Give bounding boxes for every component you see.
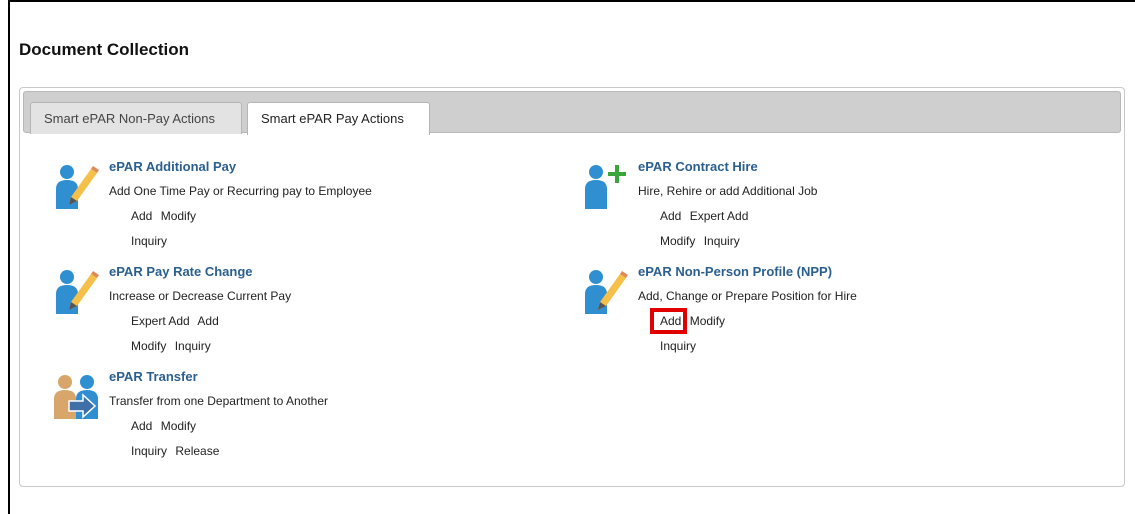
release-link[interactable]: Release (175, 444, 219, 458)
modify-link[interactable]: Modify (131, 339, 166, 353)
item-description: Add, Change or Prepare Position for Hire (638, 289, 857, 303)
document-collection-panel: Smart ePAR Non-Pay Actions Smart ePAR Pa… (19, 87, 1125, 487)
item-non-person-profile: ePAR Non-Person Profile (NPP) Add, Chang… (582, 264, 1002, 364)
expert-add-link[interactable]: Expert Add (131, 314, 190, 328)
person-pencil-icon (585, 270, 628, 314)
inquiry-link[interactable]: Inquiry (131, 444, 167, 458)
links-row: Add Expert Add (660, 209, 753, 223)
add-link[interactable]: Add (197, 314, 218, 328)
modify-link[interactable]: Modify (690, 314, 725, 328)
links-row: Expert Add Add (131, 314, 224, 328)
links-row: Inquiry (660, 339, 701, 353)
add-link[interactable]: Add (131, 209, 152, 223)
people-transfer-icon (54, 375, 98, 419)
modify-link[interactable]: Modify (161, 419, 196, 433)
links-row: Modify Inquiry (660, 234, 745, 248)
item-title[interactable]: ePAR Transfer (109, 369, 198, 384)
item-title[interactable]: ePAR Contract Hire (638, 159, 758, 174)
item-title[interactable]: ePAR Pay Rate Change (109, 264, 253, 279)
links-row: Inquiry (131, 234, 172, 248)
inquiry-link[interactable]: Inquiry (131, 234, 167, 248)
links-row: Modify Inquiry (131, 339, 216, 353)
links-row: Inquiry Release (131, 444, 224, 458)
person-pencil-icon (56, 165, 99, 209)
inquiry-link[interactable]: Inquiry (660, 339, 696, 353)
links-row: Add Modify (131, 209, 201, 223)
person-pencil-icon (56, 270, 99, 314)
add-link[interactable]: Add (660, 209, 681, 223)
tab-pay-actions[interactable]: Smart ePAR Pay Actions (247, 102, 430, 135)
inquiry-link[interactable]: Inquiry (175, 339, 211, 353)
expert-add-link[interactable]: Expert Add (690, 209, 749, 223)
modify-link[interactable]: Modify (660, 234, 695, 248)
person-plus-icon (585, 165, 626, 209)
add-link[interactable]: Add (131, 419, 152, 433)
tab-bar: Smart ePAR Non-Pay Actions Smart ePAR Pa… (23, 91, 1121, 135)
item-title[interactable]: ePAR Additional Pay (109, 159, 236, 174)
page-title: Document Collection (19, 40, 190, 59)
item-description: Transfer from one Department to Another (109, 394, 328, 408)
inquiry-link[interactable]: Inquiry (704, 234, 740, 248)
item-additional-pay: ePAR Additional Pay Add One Time Pay or … (53, 159, 473, 259)
item-title[interactable]: ePAR Non-Person Profile (NPP) (638, 264, 832, 279)
item-pay-rate-change: ePAR Pay Rate Change Increase or Decreas… (53, 264, 473, 364)
item-description: Increase or Decrease Current Pay (109, 289, 292, 303)
modify-link[interactable]: Modify (161, 209, 196, 223)
item-description: Add One Time Pay or Recurring pay to Emp… (109, 184, 372, 198)
tab-non-pay-actions[interactable]: Smart ePAR Non-Pay Actions (30, 102, 242, 134)
item-transfer: ePAR Transfer Transfer from one Departme… (53, 369, 473, 469)
links-row: Add Modify (131, 419, 201, 433)
highlight-box (650, 308, 687, 334)
item-description: Hire, Rehire or add Additional Job (638, 184, 818, 198)
item-contract-hire: ePAR Contract Hire Hire, Rehire or add A… (582, 159, 1002, 259)
